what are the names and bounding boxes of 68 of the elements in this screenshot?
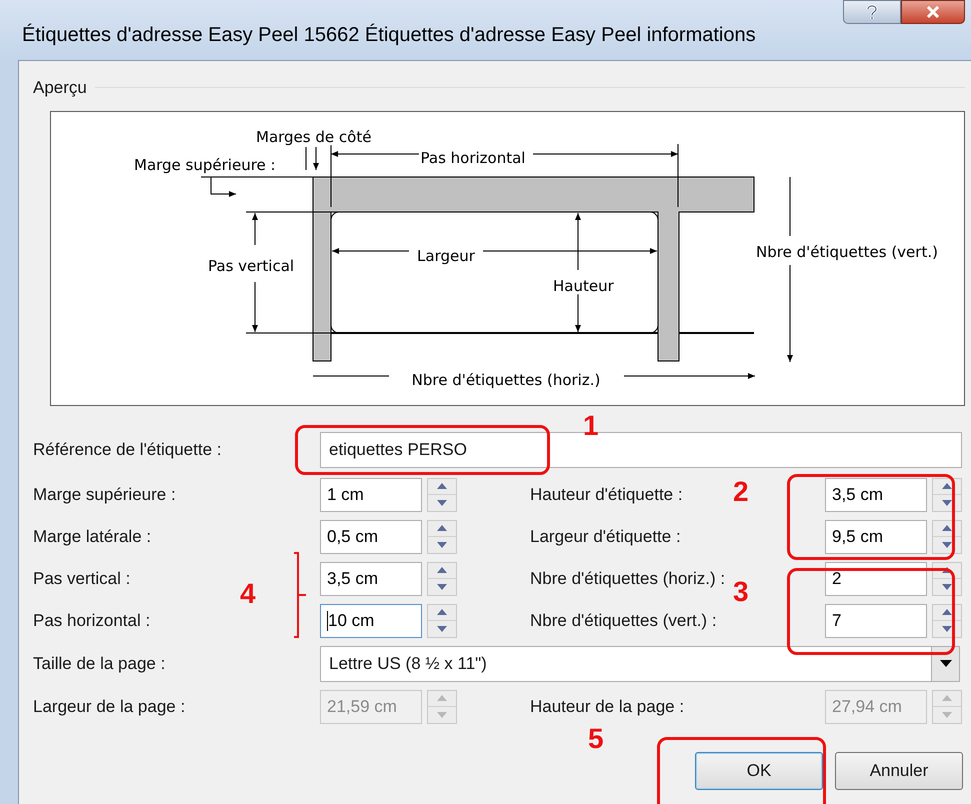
spin-buttons[interactable] bbox=[932, 520, 962, 554]
up-arrow-icon bbox=[942, 609, 952, 616]
window-title: Étiquettes d'adresse Easy Peel 15662 Étiquettes d'adresse Easy Peel informations bbox=[22, 22, 756, 48]
close-button[interactable] bbox=[901, 0, 965, 24]
field-label: Nbre d'étiquettes (horiz.) : bbox=[530, 568, 726, 590]
down-arrow-icon bbox=[437, 584, 447, 590]
number-field[interactable]: 2 bbox=[825, 562, 927, 596]
up-arrow-icon bbox=[437, 695, 447, 702]
field-label: Marge supérieure : bbox=[33, 484, 177, 506]
up-arrow-icon bbox=[437, 609, 447, 616]
diagram-label: Marges de côté bbox=[256, 128, 372, 146]
down-arrow-icon bbox=[942, 500, 952, 506]
down-arrow-icon bbox=[437, 626, 447, 632]
up-arrow-icon bbox=[437, 567, 447, 574]
field-label: Référence de l'étiquette : bbox=[33, 438, 222, 461]
diagram-label: Nbre d'étiquettes (vert.) bbox=[756, 242, 938, 260]
spin-buttons[interactable] bbox=[427, 562, 457, 596]
field-label: Largeur de la page : bbox=[33, 696, 186, 718]
down-arrow-icon bbox=[942, 584, 952, 590]
number-field[interactable]: 3,5 cm bbox=[320, 562, 422, 596]
down-arrow-icon bbox=[942, 542, 952, 548]
number-field[interactable]: 0,5 cm bbox=[320, 520, 422, 554]
field-label: Nbre d'étiquettes (vert.) : bbox=[530, 610, 717, 632]
up-arrow-icon bbox=[942, 483, 952, 490]
help-icon bbox=[866, 4, 878, 20]
dialog-button[interactable]: Annuler bbox=[835, 752, 963, 790]
field-label: Hauteur de la page : bbox=[530, 696, 684, 718]
number-field[interactable]: 10 cm bbox=[320, 604, 422, 638]
spin-buttons[interactable] bbox=[427, 478, 457, 512]
diagram-label: Pas horizontal bbox=[420, 148, 526, 166]
page-size-dropdown[interactable]: Lettre US (8 ½ x 11") bbox=[320, 646, 960, 682]
diagram-label: Hauteur bbox=[553, 276, 614, 294]
down-arrow-icon bbox=[437, 500, 447, 506]
text-cursor bbox=[327, 610, 328, 630]
diagram-label: Nbre d'étiquettes (horiz.) bbox=[412, 370, 600, 388]
down-arrow-icon bbox=[437, 542, 447, 548]
diagram-label: Largeur bbox=[417, 246, 475, 264]
up-arrow-icon bbox=[437, 525, 447, 532]
group-label: Aperçu bbox=[33, 77, 87, 99]
field-label: Hauteur d'étiquette : bbox=[530, 484, 683, 506]
field-label: Pas vertical : bbox=[33, 568, 132, 590]
annotation-number: 3 bbox=[733, 578, 749, 606]
field-label: Pas horizontal : bbox=[33, 610, 152, 632]
spin-buttons[interactable] bbox=[932, 478, 962, 512]
spin-buttons[interactable] bbox=[932, 604, 962, 638]
up-arrow-icon bbox=[942, 525, 952, 532]
up-arrow-icon bbox=[437, 483, 447, 490]
field-label: Largeur d'étiquette : bbox=[530, 526, 681, 548]
down-arrow-icon bbox=[942, 712, 952, 718]
down-arrow-icon bbox=[942, 626, 952, 632]
field-label: Marge latérale : bbox=[33, 526, 152, 548]
spin-buttons[interactable] bbox=[427, 604, 457, 638]
dialog-button[interactable]: OK bbox=[695, 752, 823, 790]
caret-icon bbox=[940, 660, 952, 667]
down-arrow-icon bbox=[437, 712, 447, 718]
diagram-label: Marge supérieure : bbox=[134, 156, 276, 174]
annotation-number: 2 bbox=[733, 478, 749, 506]
number-field[interactable]: 1 cm bbox=[320, 478, 422, 512]
spin-buttons[interactable] bbox=[427, 520, 457, 554]
number-field[interactable]: 3,5 cm bbox=[825, 478, 927, 512]
annotation-number: 5 bbox=[588, 725, 604, 753]
close-icon bbox=[926, 6, 940, 18]
number-field[interactable]: 9,5 cm bbox=[825, 520, 927, 554]
up-arrow-icon bbox=[942, 695, 952, 702]
annotation-number: 4 bbox=[240, 580, 256, 608]
field-label: Taille de la page : bbox=[33, 652, 166, 675]
number-field[interactable]: 7 bbox=[825, 604, 927, 638]
diagram-label: Pas vertical bbox=[208, 256, 294, 274]
